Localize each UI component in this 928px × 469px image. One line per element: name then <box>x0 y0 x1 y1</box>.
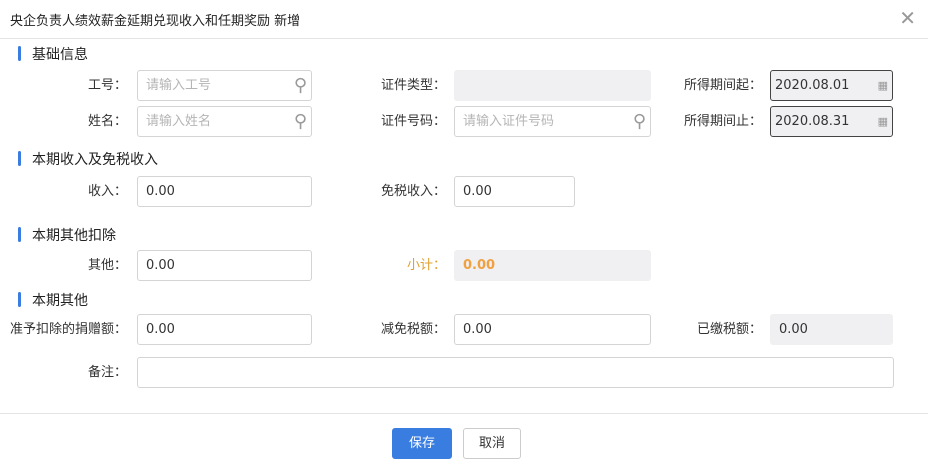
subtotal-label: 小计： <box>406 258 446 273</box>
close-icon[interactable]: ✕ <box>899 6 916 30</box>
name-label: 姓名： <box>87 114 127 129</box>
other-input[interactable]: 0.00 <box>137 250 312 281</box>
donation-input[interactable]: 0.00 <box>137 314 312 345</box>
id-type-select[interactable] <box>454 70 651 101</box>
period-end-value: 2020.08.31 <box>775 114 850 129</box>
id-number-input[interactable]: 请输入证件号码 ⚲ <box>454 106 651 137</box>
section-basic: 基础信息 <box>18 44 88 64</box>
period-end-input[interactable]: 2020.08.31 ▦ <box>770 106 893 137</box>
employee-id-input[interactable]: 请输入工号 ⚲ <box>137 70 312 101</box>
other-label: 其他： <box>87 258 127 273</box>
donation-label: 准予扣除的捐赠额： <box>9 322 127 337</box>
footer-divider <box>0 413 928 414</box>
tax-reduction-input[interactable]: 0.00 <box>454 314 651 345</box>
employee-id-label: 工号： <box>87 78 127 93</box>
id-number-placeholder: 请输入证件号码 <box>463 114 555 129</box>
cancel-button[interactable]: 取消 <box>463 428 521 459</box>
section-other: 本期其他 <box>18 290 88 310</box>
period-start-input[interactable]: 2020.08.01 ▦ <box>770 70 893 101</box>
section-deduction: 本期其他扣除 <box>18 225 116 245</box>
tax-reduction-label: 减免税额： <box>380 322 446 337</box>
tax-paid-label: 已缴税额： <box>696 322 762 337</box>
remark-label: 备注： <box>87 365 127 380</box>
income-input[interactable]: 0.00 <box>137 176 312 207</box>
income-label: 收入： <box>87 184 127 199</box>
remark-input[interactable] <box>137 357 894 388</box>
section-income: 本期收入及免税收入 <box>18 149 158 169</box>
name-placeholder: 请输入姓名 <box>146 114 212 129</box>
calendar-icon[interactable]: ▦ <box>878 71 888 100</box>
period-end-label: 所得期间止： <box>683 114 762 129</box>
period-start-value: 2020.08.01 <box>775 78 850 93</box>
dialog-title: 央企负责人绩效薪金延期兑现收入和任期奖励 新增 <box>10 14 301 29</box>
period-start-label: 所得期间起： <box>683 78 762 93</box>
tax-free-income-label: 免税收入： <box>380 184 446 199</box>
divider <box>0 38 928 39</box>
subtotal-value: 0.00 <box>454 250 651 281</box>
id-number-label: 证件号码： <box>380 114 446 129</box>
name-input[interactable]: 请输入姓名 ⚲ <box>137 106 312 137</box>
employee-id-placeholder: 请输入工号 <box>146 78 212 93</box>
id-type-label: 证件类型： <box>380 78 446 93</box>
save-button[interactable]: 保存 <box>392 428 452 459</box>
calendar-icon[interactable]: ▦ <box>878 107 888 136</box>
tax-paid-value: 0.00 <box>770 314 893 345</box>
tax-free-income-input[interactable]: 0.00 <box>454 176 575 207</box>
